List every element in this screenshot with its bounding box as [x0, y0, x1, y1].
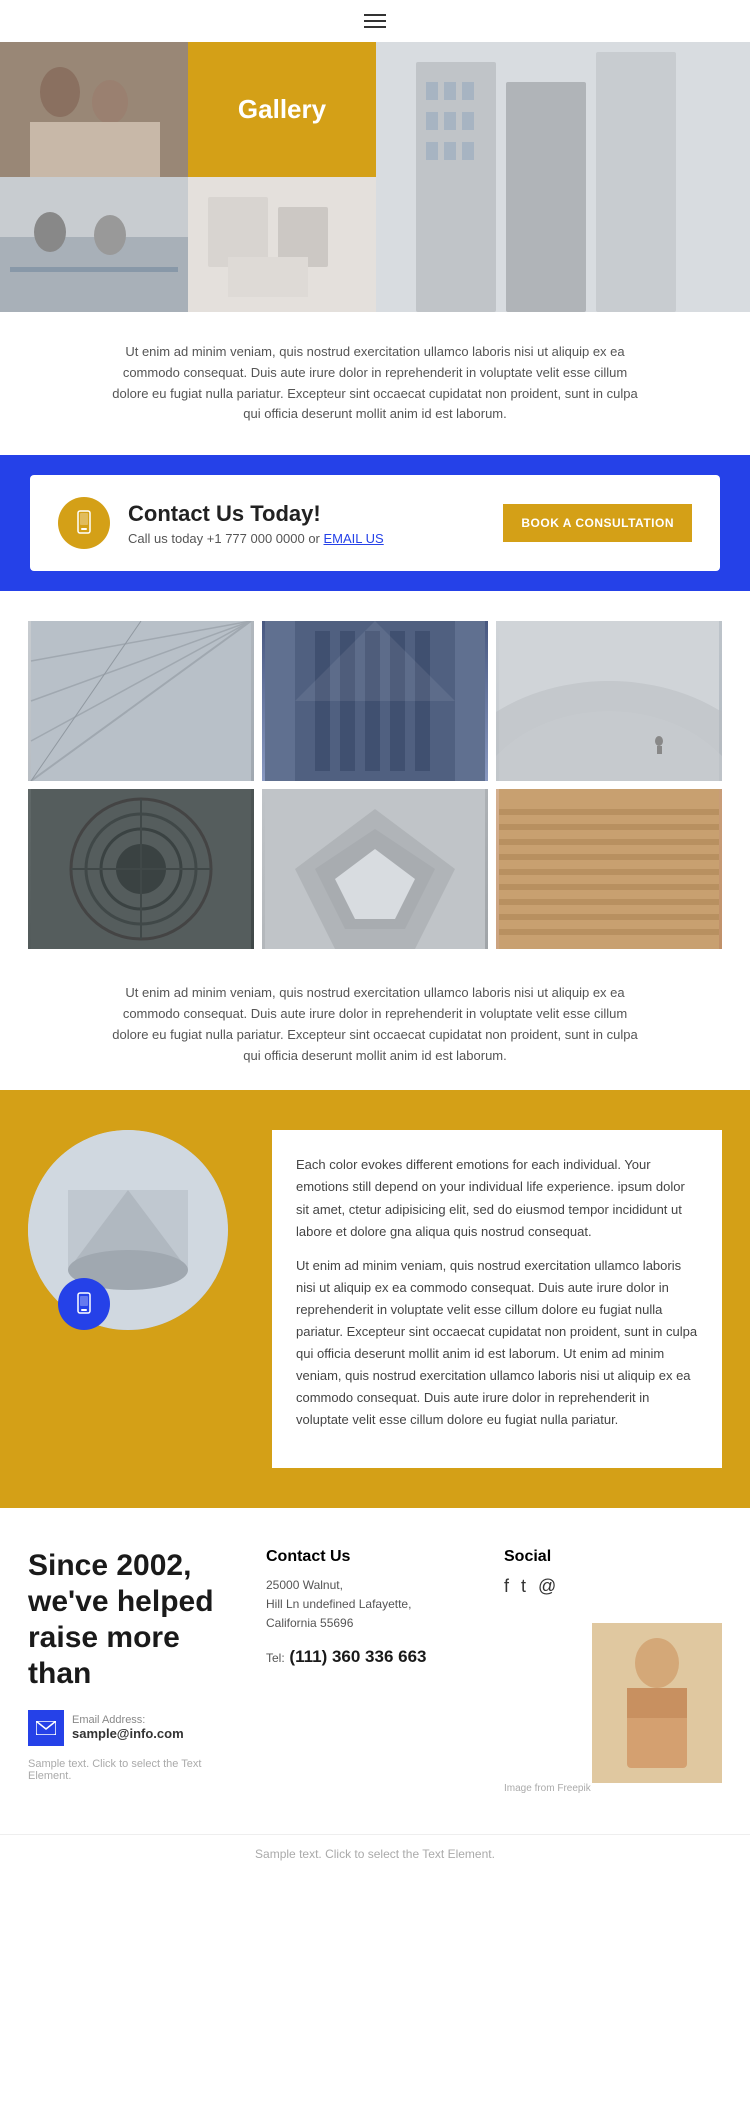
- arch-img-1: [28, 621, 254, 781]
- arch-img-3: [496, 621, 722, 781]
- navbar: [0, 0, 750, 42]
- bottom-caption: Sample text. Click to select the Text El…: [0, 1834, 750, 1873]
- social-heading: Social: [504, 1548, 722, 1566]
- arch-img-6: [496, 789, 722, 949]
- arch-gallery-section: [0, 591, 750, 959]
- footer-caption-1: Sample text. Click to select the Text El…: [28, 1758, 246, 1782]
- arch-img-2: [262, 621, 488, 781]
- text-block-2: Ut enim ad minim veniam, quis nostrud ex…: [0, 959, 750, 1090]
- phone-icon-2: [71, 1291, 97, 1317]
- image-credit: Image from Freepik: [504, 1783, 722, 1794]
- phone-icon: [70, 509, 98, 537]
- email-info: Email Address: sample@info.com: [72, 1714, 184, 1741]
- contact-title: Contact Us Today!: [128, 501, 485, 527]
- facebook-icon[interactable]: f: [504, 1576, 509, 1597]
- yellow-para-2: Ut enim ad minim veniam, quis nostrud ex…: [296, 1255, 698, 1432]
- phone-icon-circle: [58, 497, 110, 549]
- phone-circle-icon: [58, 1278, 110, 1330]
- text-block-1: Ut enim ad minim veniam, quis nostrud ex…: [0, 312, 750, 455]
- yellow-info-section: Each color evokes different emotions for…: [0, 1090, 750, 1507]
- hamburger-menu[interactable]: [364, 14, 386, 28]
- footer-col-3: Social f t @ Image from Freepik: [504, 1548, 722, 1794]
- footer-col-1: Since 2002, we've helped raise more than…: [28, 1548, 246, 1794]
- arch-img-5: [262, 789, 488, 949]
- yellow-para-1: Each color evokes different emotions for…: [296, 1154, 698, 1242]
- email-label: Email Address:: [72, 1714, 184, 1726]
- book-consultation-button[interactable]: BOOK A CONSULTATION: [503, 504, 692, 542]
- arch-img-4: [28, 789, 254, 949]
- email-us-link[interactable]: EMAIL US: [324, 531, 384, 546]
- bottom-caption-text: Sample text. Click to select the Text El…: [255, 1847, 495, 1861]
- footer-heading: Since 2002, we've helped raise more than: [28, 1548, 246, 1692]
- contact-text-block: Contact Us Today! Call us today +1 777 0…: [128, 501, 485, 546]
- email-value: sample@info.com: [72, 1726, 184, 1741]
- gallery-cell-building-ext: [376, 42, 750, 312]
- yellow-right-col: Each color evokes different emotions for…: [272, 1130, 722, 1467]
- email-row: Email Address: sample@info.com: [28, 1710, 246, 1746]
- text-content-2: Ut enim ad minim veniam, quis nostrud ex…: [110, 983, 640, 1066]
- footer-info-section: Since 2002, we've helped raise more than…: [0, 1508, 750, 1834]
- contact-call-text: Call us today +1 777 000 0000 or EMAIL U…: [128, 531, 485, 546]
- contact-address: 25000 Walnut, Hill Ln undefined Lafayett…: [266, 1576, 484, 1634]
- gallery-cell-meeting: [0, 177, 188, 312]
- gallery-label: Gallery: [188, 42, 376, 177]
- instagram-icon[interactable]: @: [538, 1576, 556, 1597]
- twitter-icon[interactable]: t: [521, 1576, 526, 1597]
- contact-banner: Contact Us Today! Call us today +1 777 0…: [0, 455, 750, 591]
- yellow-left-col: [28, 1130, 248, 1330]
- contact-tel: Tel: (111) 360 336 663: [266, 1643, 484, 1670]
- text-content-1: Ut enim ad minim veniam, quis nostrud ex…: [110, 342, 640, 425]
- footer-col-2: Contact Us 25000 Walnut, Hill Ln undefin…: [266, 1548, 484, 1794]
- social-icons-row: f t @: [504, 1576, 722, 1597]
- email-icon: [28, 1710, 64, 1746]
- gallery-section: Gallery: [0, 42, 750, 312]
- gallery-cell-1: [0, 42, 188, 177]
- gallery-cell-white-obj: [188, 177, 376, 312]
- contact-us-heading: Contact Us: [266, 1548, 484, 1566]
- person-image: [592, 1623, 722, 1783]
